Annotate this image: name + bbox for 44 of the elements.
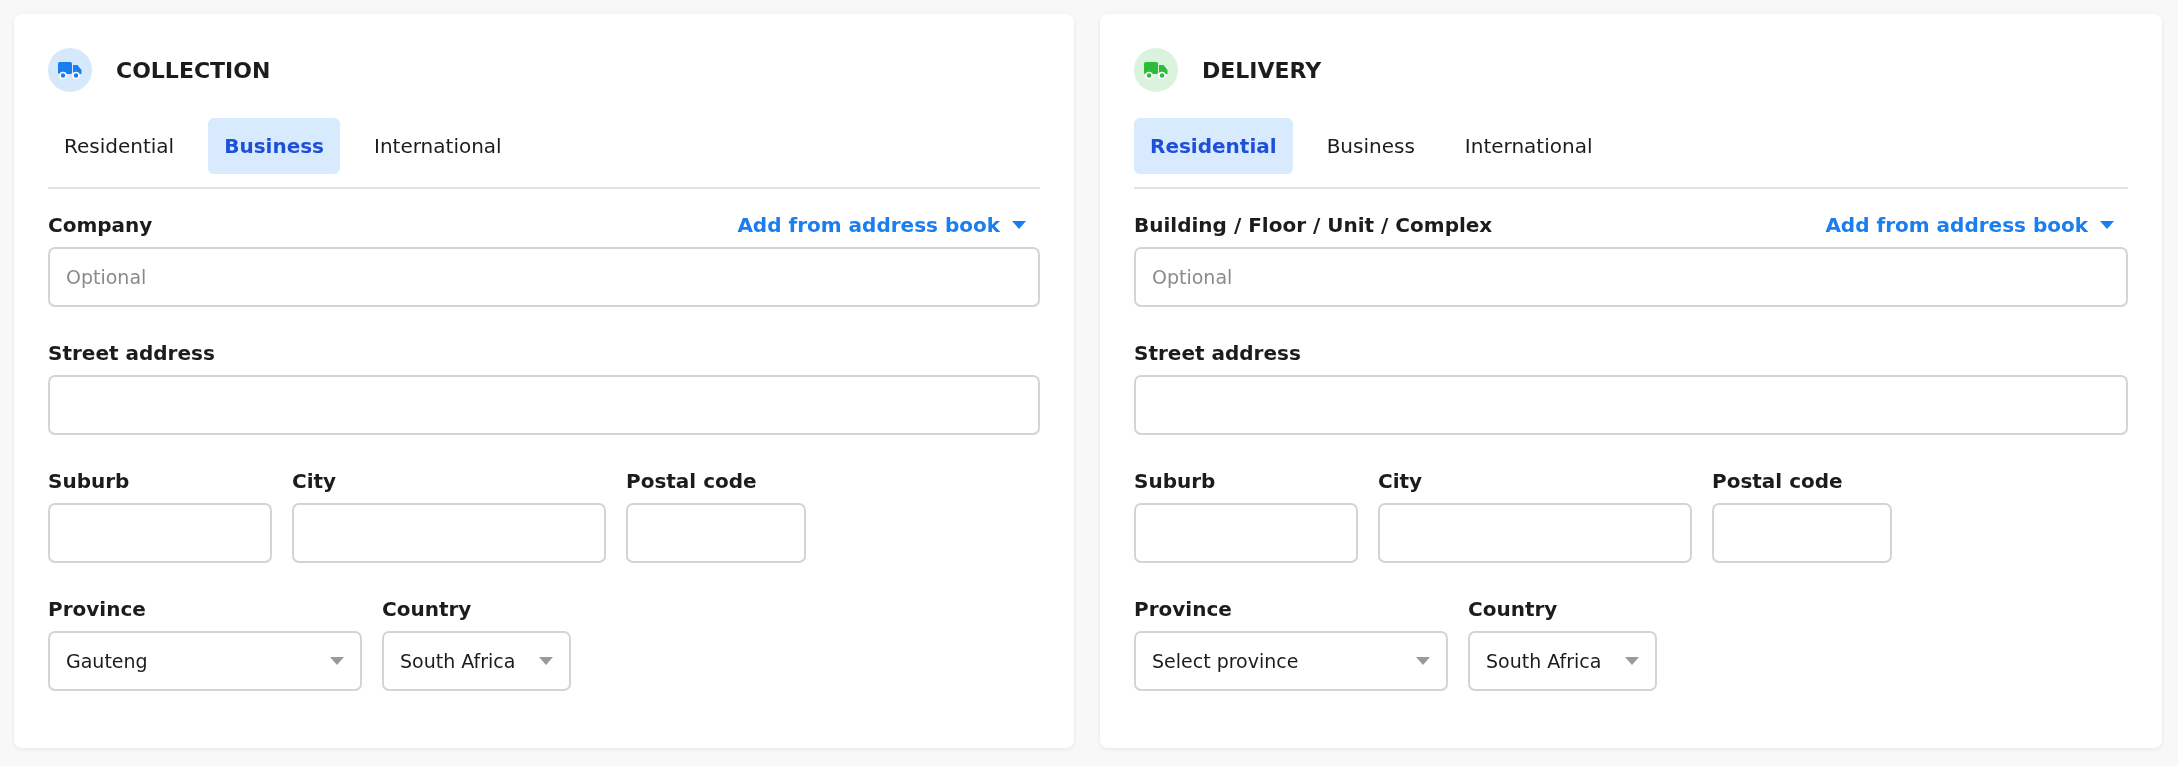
field-label: Postal code xyxy=(626,469,757,493)
field-label: Province xyxy=(48,597,146,621)
field-label: City xyxy=(1378,469,1423,493)
text-field[interactable] xyxy=(1134,503,1358,563)
address-type-tab[interactable]: Business xyxy=(208,118,341,174)
caret-icon xyxy=(2100,221,2114,229)
address-type-tab[interactable]: Residential xyxy=(48,118,191,174)
field-label: Suburb xyxy=(48,469,130,493)
text-field[interactable] xyxy=(1134,375,2128,435)
field-label: Company xyxy=(48,213,153,237)
address-book-link[interactable]: Add from address book xyxy=(737,213,1026,237)
text-field[interactable] xyxy=(48,503,272,563)
dropdown-caret-icon xyxy=(330,657,344,665)
text-field[interactable]: Optional xyxy=(48,247,1040,307)
section-title: DELIVERY xyxy=(1202,57,1322,83)
text-field[interactable] xyxy=(1712,503,1892,563)
text-field[interactable]: Optional xyxy=(1134,247,2128,307)
field-label: Province xyxy=(1134,597,1232,621)
select-field[interactable]: Gauteng xyxy=(48,631,362,691)
section-title: COLLECTION xyxy=(116,57,271,83)
field-label: Postal code xyxy=(1712,469,1843,493)
text-field[interactable] xyxy=(1378,503,1692,563)
field-label: Country xyxy=(1468,597,1558,621)
select-field[interactable]: South Africa xyxy=(1468,631,1657,691)
address-book-link[interactable]: Add from address book xyxy=(1825,213,2114,237)
text-field[interactable] xyxy=(48,375,1040,435)
address-type-tab[interactable]: Business xyxy=(1310,118,1431,174)
field-label: Street address xyxy=(48,341,215,365)
address-type-tab[interactable]: International xyxy=(1448,118,1609,174)
dropdown-caret-icon xyxy=(1416,657,1430,665)
field-label: Country xyxy=(382,597,472,621)
select-field[interactable]: South Africa xyxy=(382,631,571,691)
select-field[interactable]: Select province xyxy=(1134,631,1448,691)
field-label: Suburb xyxy=(1134,469,1216,493)
field-label: Street address xyxy=(1134,341,1301,365)
address-type-tab[interactable]: Residential xyxy=(1134,118,1293,174)
field-label: City xyxy=(292,469,337,493)
text-field[interactable] xyxy=(292,503,606,563)
text-field[interactable] xyxy=(626,503,806,563)
dropdown-caret-icon xyxy=(539,657,553,665)
dropdown-caret-icon xyxy=(1625,657,1639,665)
address-type-tab[interactable]: International xyxy=(358,118,518,174)
field-label: Building / Floor / Unit / Complex xyxy=(1134,213,1493,237)
caret-icon xyxy=(1012,221,1026,229)
